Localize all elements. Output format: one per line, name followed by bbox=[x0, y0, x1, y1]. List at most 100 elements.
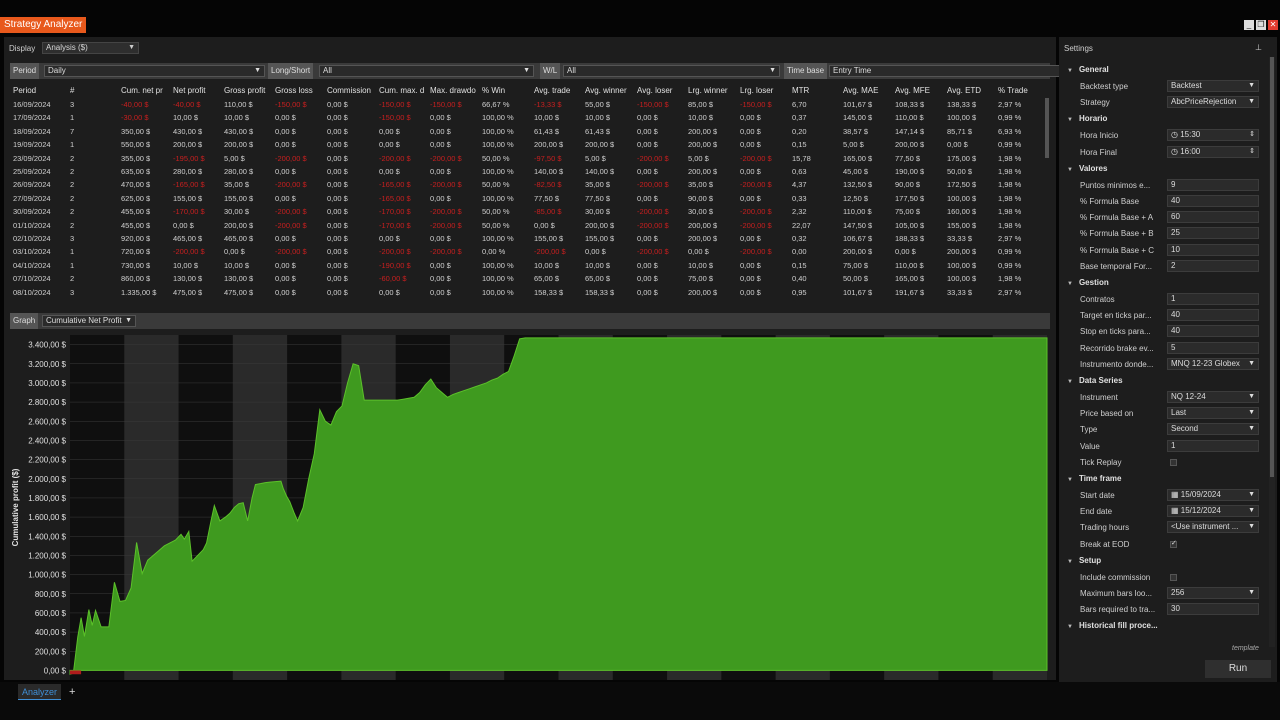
property-value[interactable]: 256 ▼ bbox=[1167, 587, 1259, 599]
property-value[interactable]: 40 bbox=[1167, 309, 1259, 322]
property-value[interactable]: AbcPriceRejection ▼ bbox=[1167, 96, 1259, 109]
property-value[interactable]: <Use instrument ... ▼ bbox=[1167, 521, 1259, 534]
collapse-icon[interactable]: ▼ bbox=[1067, 117, 1073, 123]
section-header[interactable]: ▼ Data Series bbox=[1067, 376, 1123, 385]
column-header[interactable]: % Win bbox=[482, 86, 530, 95]
column-header[interactable]: Avg. winner bbox=[585, 86, 633, 95]
column-header[interactable]: Avg. ETD bbox=[947, 86, 995, 95]
chevron-down-icon[interactable]: ▼ bbox=[1248, 97, 1255, 107]
collapse-icon[interactable]: ▼ bbox=[1067, 281, 1073, 287]
column-header[interactable]: MTR bbox=[792, 86, 840, 95]
column-header[interactable]: Avg. loser bbox=[637, 86, 685, 95]
table-row[interactable]: 30/09/2024 2 455,00 $ -170,00 $ 30,00 $ -200,… bbox=[8, 205, 1046, 218]
tab-analyzer[interactable]: Analyzer bbox=[18, 684, 62, 700]
column-header[interactable]: Avg. MAE bbox=[843, 86, 891, 95]
column-header[interactable]: % Trade bbox=[998, 86, 1044, 95]
chevron-down-icon[interactable]: ▼ bbox=[1248, 490, 1255, 500]
property-value[interactable]: ◷ 16:00 ⇕ bbox=[1167, 145, 1259, 158]
collapse-icon[interactable]: ▼ bbox=[1067, 477, 1073, 483]
property-value[interactable]: 2 bbox=[1167, 259, 1259, 272]
property-value[interactable]: 5 bbox=[1167, 341, 1259, 354]
column-header[interactable]: Avg. MFE bbox=[895, 86, 943, 95]
minimize-icon[interactable]: _ bbox=[1244, 20, 1254, 30]
filter-select-0[interactable]: Daily ▼ bbox=[44, 65, 265, 77]
restore-icon[interactable]: ❐ bbox=[1256, 20, 1266, 30]
property-value[interactable]: 10 bbox=[1167, 243, 1259, 256]
column-header[interactable]: Net profit bbox=[173, 86, 221, 95]
property-value[interactable]: Backtest ▼ bbox=[1167, 80, 1259, 92]
property-value[interactable]: ▦ 15/12/2024 ▼ bbox=[1167, 505, 1259, 518]
settings-scrollbar[interactable] bbox=[1269, 57, 1275, 647]
chevron-down-icon[interactable]: ▼ bbox=[1248, 424, 1255, 434]
collapse-icon[interactable]: ▼ bbox=[1067, 167, 1073, 173]
property-checkbox[interactable] bbox=[1170, 573, 1177, 581]
property-value[interactable]: Second ▼ bbox=[1167, 423, 1259, 436]
chevron-down-icon[interactable]: ▼ bbox=[1248, 392, 1255, 402]
section-header[interactable]: ▼ Gestion bbox=[1067, 278, 1109, 287]
property-value[interactable]: MNQ 12-23 Globex ▼ bbox=[1167, 357, 1259, 370]
section-header[interactable]: ▼ General bbox=[1067, 65, 1109, 74]
display-select[interactable]: Analysis ($) ▼ bbox=[42, 42, 139, 54]
filter-select-3[interactable]: Entry Time ▼ bbox=[829, 65, 1089, 77]
column-header[interactable]: Gross profit bbox=[224, 86, 272, 95]
table-row[interactable]: 23/09/2024 2 355,00 $ -195,00 $ 5,00 $ -200,0… bbox=[8, 152, 1046, 165]
table-row[interactable]: 02/10/2024 3 920,00 $ 465,00 $ 465,00 $ 0,00 … bbox=[8, 232, 1046, 245]
section-header[interactable]: ▼ Valores bbox=[1067, 164, 1107, 173]
table-row[interactable]: 04/10/2024 1 730,00 $ 10,00 $ 10,00 $ 0,00 $ 0… bbox=[8, 259, 1046, 272]
add-tab-button[interactable]: + bbox=[69, 684, 75, 700]
column-header[interactable]: Avg. trade bbox=[534, 86, 582, 95]
chevron-down-icon[interactable]: ▼ bbox=[1248, 506, 1255, 516]
run-button[interactable]: Run bbox=[1205, 660, 1271, 678]
column-header[interactable]: Period bbox=[13, 86, 68, 95]
column-header[interactable]: Gross loss bbox=[275, 86, 323, 95]
chevron-down-icon[interactable]: ▼ bbox=[1248, 522, 1255, 532]
property-value[interactable]: 60 bbox=[1167, 211, 1259, 224]
property-value[interactable]: 1 bbox=[1167, 439, 1259, 452]
grid-scrollbar[interactable] bbox=[1044, 84, 1050, 302]
collapse-icon[interactable]: ▼ bbox=[1067, 624, 1073, 630]
table-row[interactable]: 18/09/2024 7 350,00 $ 430,00 $ 430,00 $ 0,00 … bbox=[8, 125, 1046, 138]
chevron-down-icon[interactable]: ▼ bbox=[1248, 81, 1255, 91]
section-header[interactable]: ▼ Setup bbox=[1067, 556, 1101, 565]
close-icon[interactable]: ✕ bbox=[1268, 20, 1278, 30]
property-value[interactable]: 1 bbox=[1167, 293, 1259, 305]
section-header[interactable]: ▼ Horario bbox=[1067, 114, 1107, 123]
table-row[interactable]: 27/09/2024 2 625,00 $ 155,00 $ 155,00 $ 0,00 … bbox=[8, 192, 1046, 205]
section-header[interactable]: ▼ Historical fill proce... bbox=[1067, 621, 1158, 630]
property-value[interactable]: Last ▼ bbox=[1167, 407, 1259, 420]
table-row[interactable]: 25/09/2024 2 635,00 $ 280,00 $ 280,00 $ 0,00 … bbox=[8, 165, 1046, 178]
filter-select-2[interactable]: All ▼ bbox=[563, 65, 780, 77]
chevron-down-icon[interactable]: ▼ bbox=[1248, 588, 1255, 598]
chevron-down-icon[interactable]: ▼ bbox=[1248, 408, 1255, 418]
table-row[interactable]: 08/10/2024 3 1.335,00 $ 475,00 $ 475,00 $ 0,0… bbox=[8, 286, 1046, 299]
property-value[interactable]: 9 bbox=[1167, 178, 1259, 191]
column-header[interactable]: Cum. net pr bbox=[121, 86, 169, 95]
property-value[interactable]: 40 bbox=[1167, 325, 1259, 338]
table-row[interactable]: 16/09/2024 3 -40,00 $ -40,00 $ 110,00 $ -150,… bbox=[8, 98, 1046, 111]
spinner-icon[interactable]: ⇕ bbox=[1249, 147, 1255, 157]
scroll-thumb[interactable] bbox=[1045, 98, 1049, 158]
property-value[interactable]: 40 bbox=[1167, 195, 1259, 207]
property-value[interactable]: 25 bbox=[1167, 227, 1259, 240]
property-checkbox[interactable] bbox=[1170, 539, 1177, 548]
table-row[interactable]: 01/10/2024 2 455,00 $ 0,00 $ 200,00 $ -200,00… bbox=[8, 219, 1046, 232]
property-value[interactable]: 30 bbox=[1167, 603, 1259, 616]
property-checkbox[interactable] bbox=[1170, 458, 1177, 466]
collapse-icon[interactable]: ▼ bbox=[1067, 68, 1073, 74]
table-row[interactable]: 03/10/2024 1 720,00 $ -200,00 $ 0,00 $ -200,0… bbox=[8, 245, 1046, 258]
section-header[interactable]: ▼ Time frame bbox=[1067, 474, 1122, 483]
column-header[interactable]: Cum. max. d bbox=[379, 86, 427, 95]
column-header[interactable]: Commission bbox=[327, 86, 375, 95]
column-header[interactable]: Lrg. loser bbox=[740, 86, 788, 95]
column-header[interactable]: Max. drawdo bbox=[430, 86, 478, 95]
spinner-icon[interactable]: ⇕ bbox=[1249, 130, 1255, 140]
collapse-icon[interactable]: ▼ bbox=[1067, 379, 1073, 385]
property-value[interactable]: NQ 12-24 ▼ bbox=[1167, 391, 1259, 403]
column-header[interactable]: # bbox=[70, 86, 118, 95]
template-link[interactable]: template bbox=[1232, 645, 1259, 652]
scroll-thumb[interactable] bbox=[1270, 57, 1274, 477]
graph-select[interactable]: Cumulative Net Profit ▼ bbox=[42, 315, 136, 327]
chevron-down-icon[interactable]: ▼ bbox=[1248, 359, 1255, 369]
property-value[interactable]: ▦ 15/09/2024 ▼ bbox=[1167, 489, 1259, 501]
table-row[interactable]: 07/10/2024 2 860,00 $ 130,00 $ 130,00 $ 0,00 … bbox=[8, 272, 1046, 285]
